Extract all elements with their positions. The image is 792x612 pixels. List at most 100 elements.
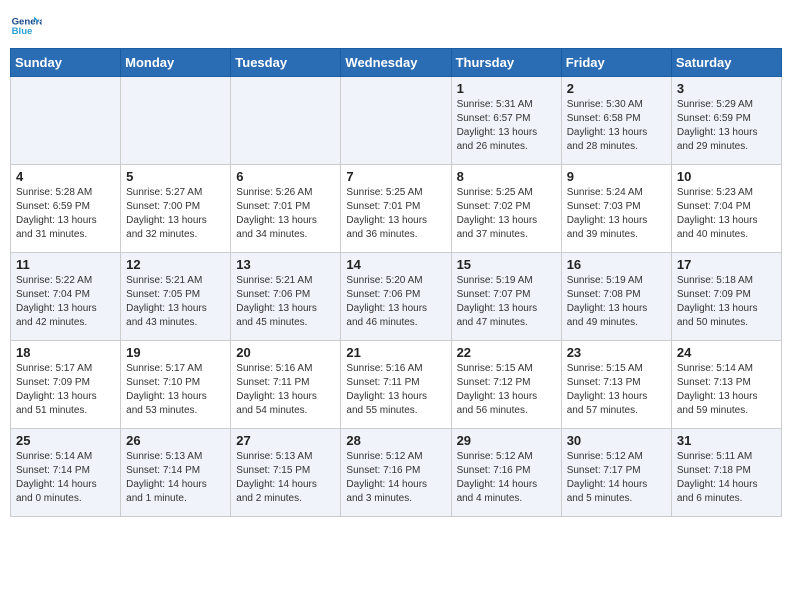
day-info: Sunrise: 5:15 AM Sunset: 7:13 PM Dayligh… [567,362,666,418]
day-number: 19 [126,345,225,360]
day-info: Sunrise: 5:15 AM Sunset: 7:12 PM Dayligh… [457,362,556,418]
day-number: 25 [16,433,115,448]
day-number: 23 [567,345,666,360]
day-info: Sunrise: 5:12 AM Sunset: 7:16 PM Dayligh… [346,450,445,506]
calendar-cell: 16Sunrise: 5:19 AM Sunset: 7:08 PM Dayli… [561,253,671,341]
weekday-header-sunday: Sunday [11,49,121,77]
day-info: Sunrise: 5:12 AM Sunset: 7:16 PM Dayligh… [457,450,556,506]
weekday-header-wednesday: Wednesday [341,49,451,77]
calendar-cell [11,77,121,165]
calendar-cell: 2 Sunrise: 5:30 AM Sunset: 6:58 PM Daylig… [561,77,671,165]
calendar-cell: 26 Sunrise: 5:13 AM Sunset: 7:14 PM Dayli… [121,429,231,517]
day-number: 26 [126,433,225,448]
day-number: 20 [236,345,335,360]
calendar-cell: 27 Sunrise: 5:13 AM Sunset: 7:15 PM Dayli… [231,429,341,517]
calendar-cell: 25 Sunrise: 5:14 AM Sunset: 7:14 PM Dayli… [11,429,121,517]
calendar-cell: 7 Sunrise: 5:25 AM Sunset: 7:01 PM Daylig… [341,165,451,253]
day-number: 27 [236,433,335,448]
calendar-cell: 5Sunrise: 5:27 AM Sunset: 7:00 PM Daylig… [121,165,231,253]
day-info: Sunrise: 5:16 AM Sunset: 7:11 PM Dayligh… [346,362,445,418]
day-info: Sunrise: 5:31 AM Sunset: 6:57 PM Dayligh… [457,98,556,154]
calendar-cell: 15 Sunrise: 5:19 AM Sunset: 7:07 PM Dayli… [451,253,561,341]
calendar-cell: 24 Sunrise: 5:14 AM Sunset: 7:13 PM Dayli… [671,341,781,429]
logo-icon: General Blue [10,10,42,42]
weekday-header-friday: Friday [561,49,671,77]
calendar-week-5: 25 Sunrise: 5:14 AM Sunset: 7:14 PM Dayli… [11,429,782,517]
day-number: 13 [236,257,335,272]
calendar-week-4: 18 Sunrise: 5:17 AM Sunset: 7:09 PM Dayli… [11,341,782,429]
calendar-cell: 6 Sunrise: 5:26 AM Sunset: 7:01 PM Daylig… [231,165,341,253]
calendar-cell [231,77,341,165]
day-info: Sunrise: 5:13 AM Sunset: 7:15 PM Dayligh… [236,450,335,506]
calendar-cell: 18 Sunrise: 5:17 AM Sunset: 7:09 PM Dayli… [11,341,121,429]
day-info: Sunrise: 5:14 AM Sunset: 7:14 PM Dayligh… [16,450,115,506]
calendar-cell: 8 Sunrise: 5:25 AM Sunset: 7:02 PM Daylig… [451,165,561,253]
calendar-cell: 29Sunrise: 5:12 AM Sunset: 7:16 PM Dayli… [451,429,561,517]
day-info: Sunrise: 5:29 AM Sunset: 6:59 PM Dayligh… [677,98,776,154]
day-info: Sunrise: 5:11 AM Sunset: 7:18 PM Dayligh… [677,450,776,506]
calendar-cell: 21 Sunrise: 5:16 AM Sunset: 7:11 PM Dayli… [341,341,451,429]
calendar-cell: 30 Sunrise: 5:12 AM Sunset: 7:17 PM Dayli… [561,429,671,517]
day-info: Sunrise: 5:14 AM Sunset: 7:13 PM Dayligh… [677,362,776,418]
day-number: 11 [16,257,115,272]
day-info: Sunrise: 5:18 AM Sunset: 7:09 PM Dayligh… [677,274,776,330]
day-number: 14 [346,257,445,272]
day-number: 18 [16,345,115,360]
day-info: Sunrise: 5:25 AM Sunset: 7:02 PM Dayligh… [457,186,556,242]
day-info: Sunrise: 5:17 AM Sunset: 7:09 PM Dayligh… [16,362,115,418]
day-info: Sunrise: 5:22 AM Sunset: 7:04 PM Dayligh… [16,274,115,330]
day-info: Sunrise: 5:23 AM Sunset: 7:04 PM Dayligh… [677,186,776,242]
calendar-cell: 20Sunrise: 5:16 AM Sunset: 7:11 PM Dayli… [231,341,341,429]
calendar-table: SundayMondayTuesdayWednesdayThursdayFrid… [10,48,782,517]
weekday-header-thursday: Thursday [451,49,561,77]
day-number: 31 [677,433,776,448]
day-number: 4 [16,169,115,184]
day-info: Sunrise: 5:17 AM Sunset: 7:10 PM Dayligh… [126,362,225,418]
day-number: 28 [346,433,445,448]
day-info: Sunrise: 5:21 AM Sunset: 7:05 PM Dayligh… [126,274,225,330]
calendar-cell: 9Sunrise: 5:24 AM Sunset: 7:03 PM Daylig… [561,165,671,253]
day-number: 6 [236,169,335,184]
page-header: General Blue [10,10,782,42]
day-info: Sunrise: 5:25 AM Sunset: 7:01 PM Dayligh… [346,186,445,242]
weekday-header-saturday: Saturday [671,49,781,77]
day-number: 10 [677,169,776,184]
day-info: Sunrise: 5:21 AM Sunset: 7:06 PM Dayligh… [236,274,335,330]
calendar-cell: 28 Sunrise: 5:12 AM Sunset: 7:16 PM Dayli… [341,429,451,517]
day-info: Sunrise: 5:13 AM Sunset: 7:14 PM Dayligh… [126,450,225,506]
weekday-header-monday: Monday [121,49,231,77]
day-info: Sunrise: 5:24 AM Sunset: 7:03 PM Dayligh… [567,186,666,242]
calendar-cell: 4 Sunrise: 5:28 AM Sunset: 6:59 PM Daylig… [11,165,121,253]
calendar-week-3: 11 Sunrise: 5:22 AM Sunset: 7:04 PM Dayli… [11,253,782,341]
day-info: Sunrise: 5:26 AM Sunset: 7:01 PM Dayligh… [236,186,335,242]
day-number: 24 [677,345,776,360]
day-number: 21 [346,345,445,360]
calendar-cell: 14Sunrise: 5:20 AM Sunset: 7:06 PM Dayli… [341,253,451,341]
day-number: 17 [677,257,776,272]
day-number: 7 [346,169,445,184]
day-number: 16 [567,257,666,272]
calendar-cell [121,77,231,165]
day-info: Sunrise: 5:27 AM Sunset: 7:00 PM Dayligh… [126,186,225,242]
calendar-cell: 23 Sunrise: 5:15 AM Sunset: 7:13 PM Dayli… [561,341,671,429]
day-info: Sunrise: 5:19 AM Sunset: 7:07 PM Dayligh… [457,274,556,330]
calendar-cell [341,77,451,165]
day-number: 12 [126,257,225,272]
day-number: 8 [457,169,556,184]
day-info: Sunrise: 5:12 AM Sunset: 7:17 PM Dayligh… [567,450,666,506]
day-info: Sunrise: 5:30 AM Sunset: 6:58 PM Dayligh… [567,98,666,154]
calendar-cell: 1 Sunrise: 5:31 AM Sunset: 6:57 PM Daylig… [451,77,561,165]
day-number: 30 [567,433,666,448]
svg-text:Blue: Blue [12,26,33,37]
calendar-cell: 3Sunrise: 5:29 AM Sunset: 6:59 PM Daylig… [671,77,781,165]
day-number: 1 [457,81,556,96]
day-number: 15 [457,257,556,272]
day-number: 2 [567,81,666,96]
logo: General Blue [10,10,46,42]
day-info: Sunrise: 5:28 AM Sunset: 6:59 PM Dayligh… [16,186,115,242]
calendar-cell: 19 Sunrise: 5:17 AM Sunset: 7:10 PM Dayli… [121,341,231,429]
calendar-cell: 12 Sunrise: 5:21 AM Sunset: 7:05 PM Dayli… [121,253,231,341]
calendar-week-1: 1 Sunrise: 5:31 AM Sunset: 6:57 PM Daylig… [11,77,782,165]
day-number: 22 [457,345,556,360]
calendar-header: SundayMondayTuesdayWednesdayThursdayFrid… [11,49,782,77]
